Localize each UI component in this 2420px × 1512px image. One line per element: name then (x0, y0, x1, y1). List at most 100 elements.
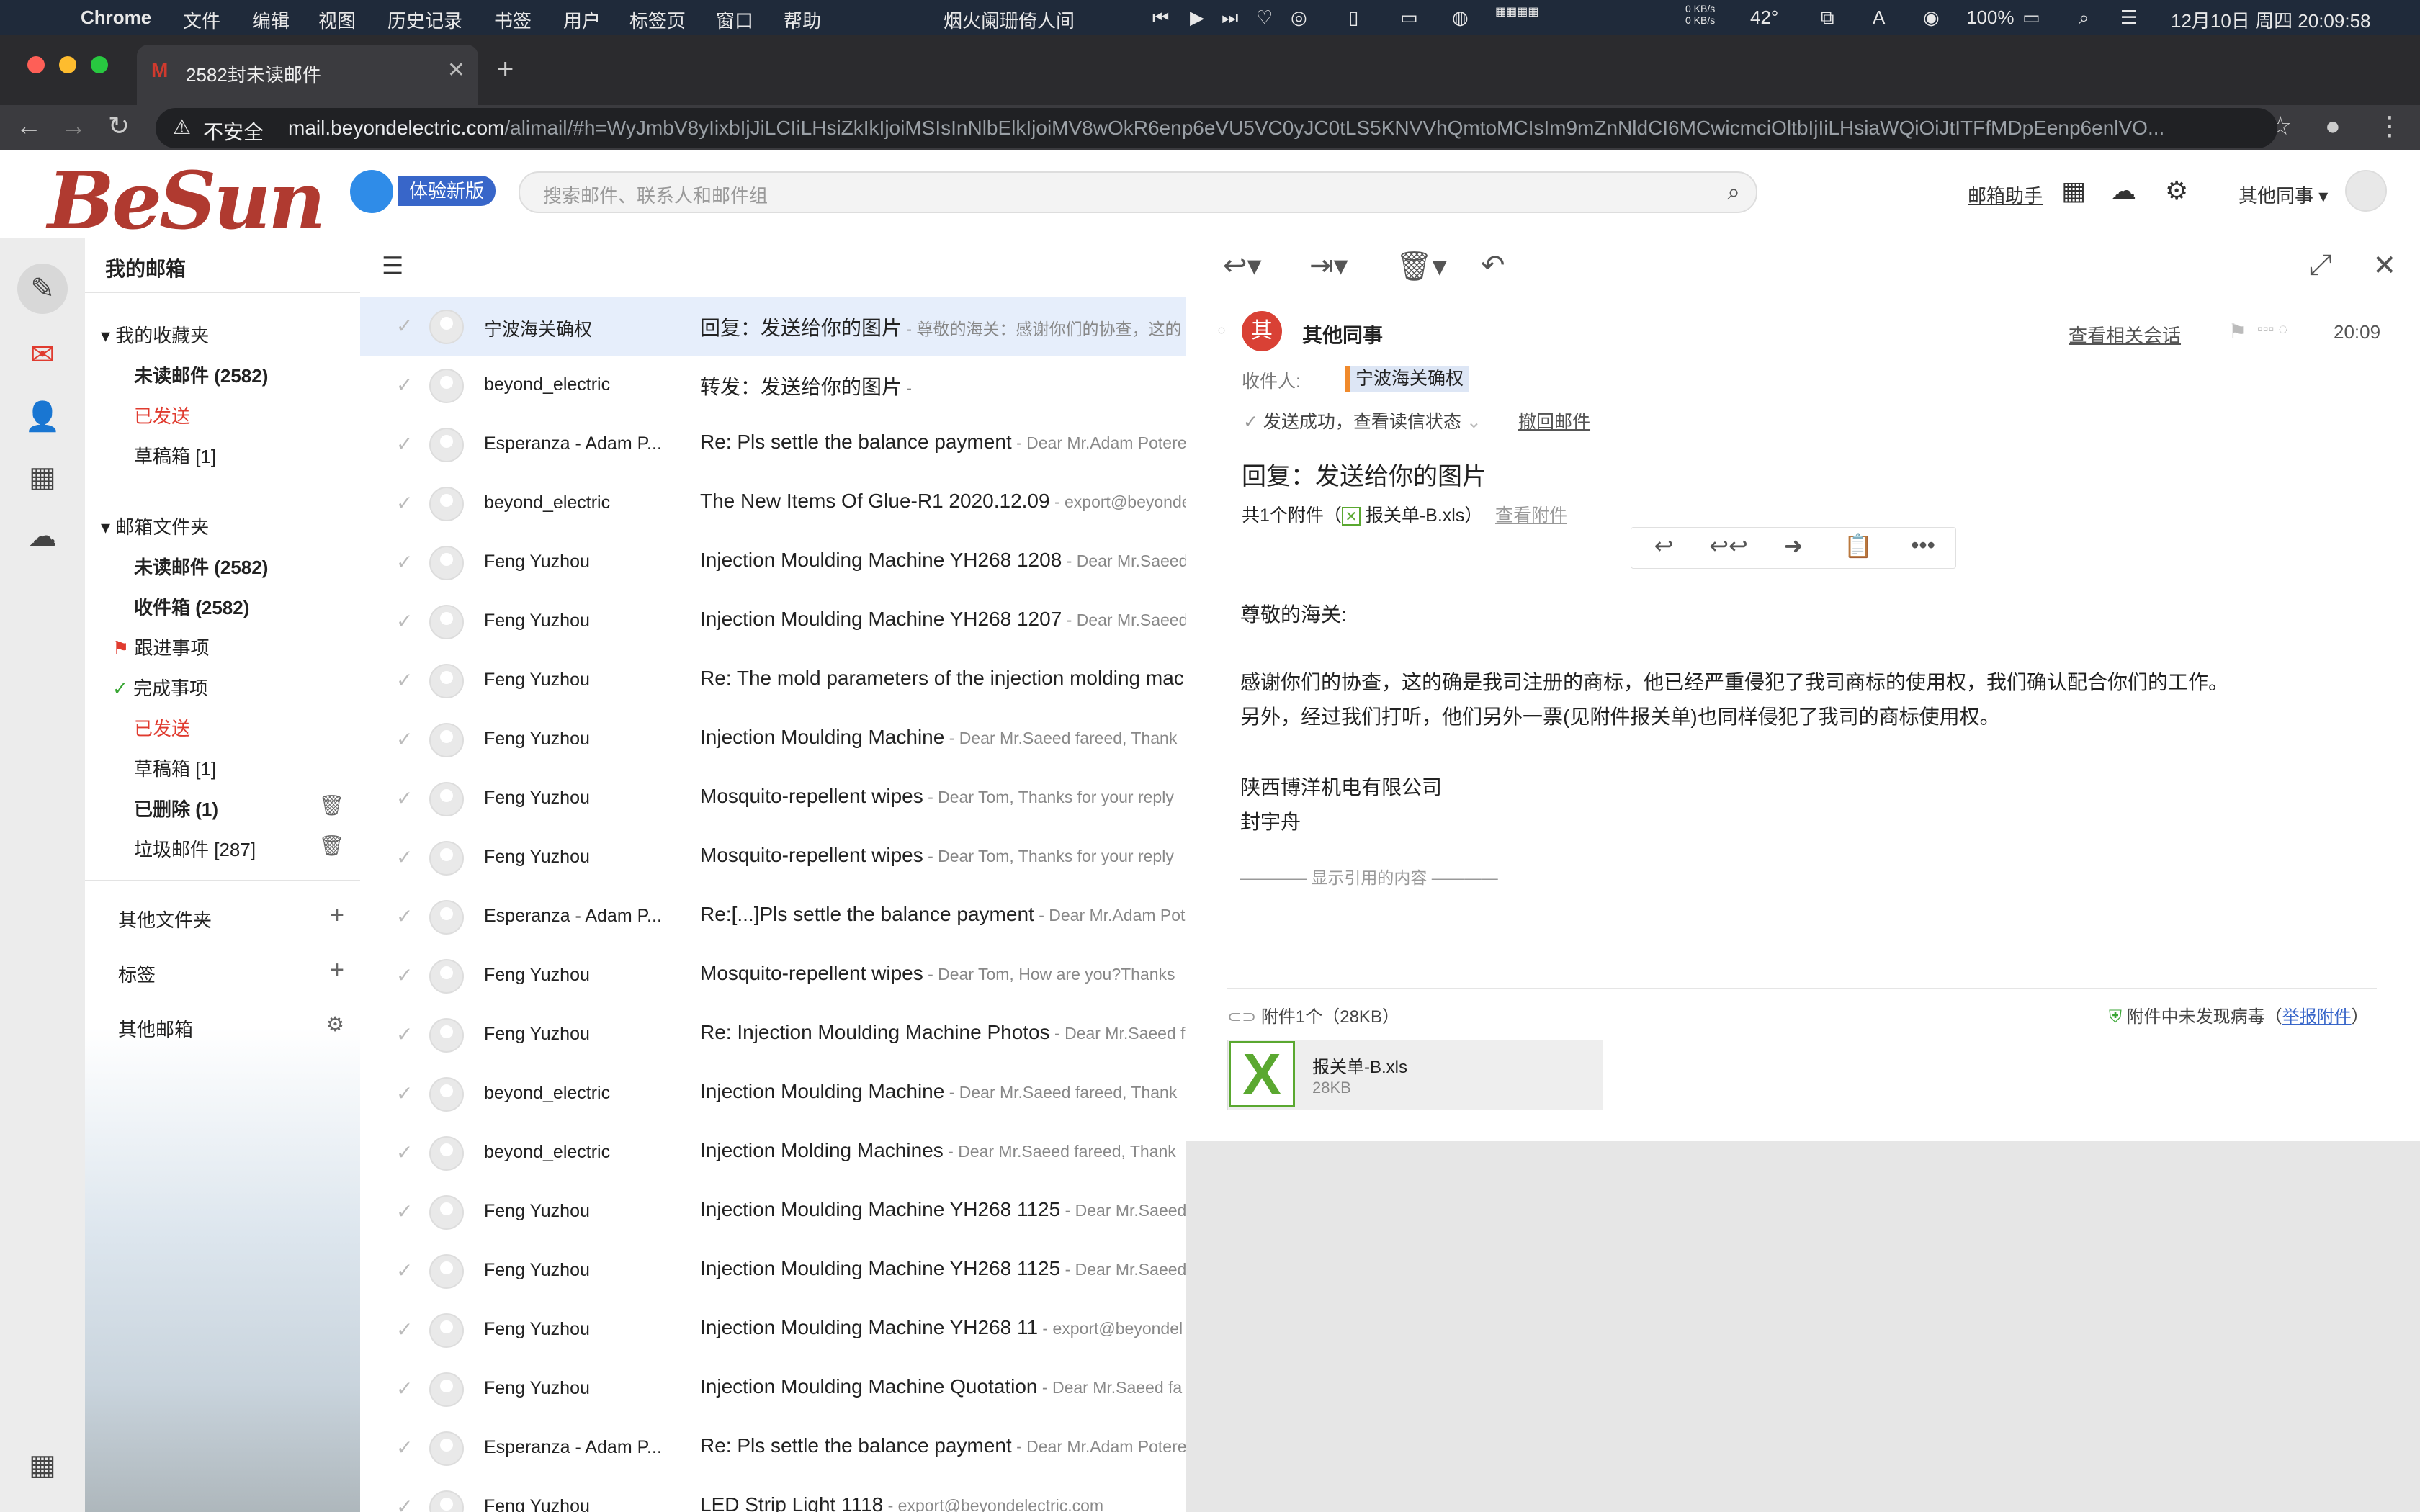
select-checkbox-icon[interactable]: ✓ (396, 1200, 413, 1223)
input-method-icon[interactable]: A (1873, 6, 1885, 29)
add-tag-icon[interactable]: + (330, 956, 344, 984)
close-window-button[interactable] (27, 56, 45, 73)
menu-people[interactable]: 用户 (563, 6, 601, 33)
media-icon[interactable]: ◉ (1923, 6, 1940, 29)
sender-name[interactable]: 其他同事 (1302, 320, 1383, 348)
menu-edit[interactable]: 编辑 (252, 6, 290, 33)
control-center-icon[interactable]: ☰ (2120, 6, 2137, 29)
message-row[interactable]: ✓ Feng Yuzhou Injection Moulding Machine Y… (360, 1300, 1186, 1360)
reply-menu-icon[interactable]: ↩▾ (1223, 249, 1262, 282)
window-icon[interactable]: ▯ (1348, 6, 1358, 29)
select-checkbox-icon[interactable]: ✓ (396, 609, 413, 633)
browser-tab[interactable]: M 2582封未读邮件 ✕ (137, 45, 478, 107)
select-checkbox-icon[interactable]: ✓ (396, 786, 413, 810)
search-icon[interactable]: ⌕ (1727, 179, 1740, 206)
favorite-drafts[interactable]: 草稿箱 [1] (134, 442, 216, 469)
apps-grid-icon[interactable]: ▦ (17, 1440, 68, 1490)
notification-icon[interactable]: ▭ (1400, 6, 1418, 29)
message-row[interactable]: ✓ Feng Yuzhou Injection Moulding Machine Q… (360, 1359, 1186, 1419)
calendar-icon[interactable]: ▦ (17, 452, 68, 503)
close-tab-icon[interactable]: ✕ (447, 58, 465, 83)
cloud-drive-icon[interactable]: ☁ (17, 511, 68, 562)
cloud-icon[interactable]: ☁ (2110, 176, 2136, 206)
recall-mail-link[interactable]: 撤回邮件 (1518, 408, 1590, 433)
select-checkbox-icon[interactable]: ✓ (396, 1259, 413, 1282)
url-text[interactable]: mail.beyondelectric.com/alimail/#h=WyJmb… (288, 117, 2204, 140)
menu-history[interactable]: 历史记录 (387, 6, 462, 33)
message-row[interactable]: ✓ Feng Yuzhou Re: The mold parameters of t… (360, 651, 1186, 711)
play-icon[interactable]: ▶ (1190, 6, 1204, 29)
select-checkbox-icon[interactable]: ✓ (396, 904, 413, 928)
more-icon[interactable]: ••• (1891, 532, 1955, 559)
next-track-icon[interactable]: ⏭ (1222, 6, 1238, 30)
message-row[interactable]: ✓ beyond_electric Injection Moulding Machi… (360, 1064, 1186, 1124)
message-row[interactable]: ✓ 宁波海关确权 回复：发送给你的图片 - 尊敬的海关：感谢你们的协查，这的 (360, 297, 1186, 356)
select-checkbox-icon[interactable]: ✓ (396, 1140, 413, 1164)
minimize-window-button[interactable] (59, 56, 76, 73)
view-related-conversation[interactable]: 查看相关会话 (2069, 321, 2181, 348)
select-checkbox-icon[interactable]: ✓ (396, 373, 413, 397)
forward-icon[interactable]: ➜ (1761, 532, 1826, 559)
folder-done[interactable]: ✓ 完成事项 (112, 674, 208, 701)
folder-unread[interactable]: 未读邮件 (2582) (134, 553, 268, 580)
select-checkbox-icon[interactable]: ✓ (396, 1022, 413, 1046)
message-row[interactable]: ✓ Feng Yuzhou Mosquito-repellent wipes - D… (360, 828, 1186, 888)
forward-icon[interactable]: → (60, 111, 86, 141)
move-menu-icon[interactable]: ⇥▾ (1309, 249, 1348, 282)
favorite-sent[interactable]: 已发送 (134, 402, 190, 428)
message-row[interactable]: ✓ Feng Yuzhou Injection Moulding Machine Y… (360, 592, 1186, 652)
zoom-window-button[interactable] (91, 56, 108, 73)
mailbox-settings-icon[interactable]: ⚙ (326, 1012, 344, 1036)
attachment-inline-name[interactable]: 报关单-B.xls） (1366, 505, 1483, 526)
empty-trash-icon[interactable]: 🗑 (318, 793, 344, 817)
message-row[interactable]: ✓ Feng Yuzhou Mosquito-repellent wipes - D… (360, 946, 1186, 1006)
new-tab-button[interactable]: + (497, 53, 514, 86)
select-checkbox-icon[interactable]: ✓ (396, 1318, 413, 1341)
folder-deleted[interactable]: 已删除 (1) (134, 795, 218, 822)
menu-tab[interactable]: 标签页 (629, 6, 686, 33)
message-row[interactable]: ✓ Feng Yuzhou Injection Moulding Machine Y… (360, 1182, 1186, 1242)
select-checkbox-icon[interactable]: ✓ (396, 550, 413, 574)
select-checkbox-icon[interactable]: ✓ (396, 1081, 413, 1105)
music-app-icon[interactable]: ◎ (1291, 6, 1307, 29)
undo-icon[interactable]: ↶ (1481, 249, 1505, 282)
folder-inbox[interactable]: 收件箱 (2582) (134, 593, 249, 620)
select-checkbox-icon[interactable]: ✓ (396, 845, 413, 869)
chrome-menu-icon[interactable]: ⋮ (2377, 111, 2403, 141)
message-row[interactable]: ✓ Feng Yuzhou Injection Moulding Machine Y… (360, 1241, 1186, 1301)
brand-logo[interactable]: BeSun (48, 154, 326, 247)
select-checkbox-icon[interactable]: ✓ (396, 432, 413, 456)
favorite-unread[interactable]: 未读邮件 (2582) (134, 361, 268, 388)
message-row[interactable]: ✓ beyond_electric The New Items Of Glue-R1… (360, 474, 1186, 534)
select-checkbox-icon[interactable]: ✓ (396, 727, 413, 751)
message-row[interactable]: ✓ Feng Yuzhou LED Strip Light 1118 - expor… (360, 1477, 1186, 1512)
message-row[interactable]: ✓ Feng Yuzhou Injection Moulding Machine -… (360, 710, 1186, 770)
address-bar[interactable]: ⚠ 不安全 mail.beyondelectric.com/alimail/#h… (156, 108, 2277, 148)
back-icon[interactable]: ← (16, 111, 42, 141)
select-checkbox-icon[interactable]: ✓ (396, 1495, 413, 1512)
mail-assistant-link[interactable]: 邮箱助手 (1968, 181, 2043, 208)
select-checkbox-icon[interactable]: ✓ (396, 314, 413, 338)
reply-icon[interactable]: ↩ (1631, 532, 1696, 559)
folder-spam[interactable]: 垃圾邮件 [287] (134, 835, 256, 862)
screenshot-icon[interactable]: ⧉ (1821, 6, 1834, 30)
other-mailboxes[interactable]: 其他邮箱 (118, 1015, 193, 1042)
select-checkbox-icon[interactable]: ✓ (396, 668, 413, 692)
warning-icon[interactable]: ⚠ (173, 115, 191, 139)
tags[interactable]: 标签 (118, 960, 156, 987)
flag-icon[interactable]: ⚑ (2228, 320, 2246, 343)
folder-drafts[interactable]: 草稿箱 [1] (134, 755, 216, 781)
user-avatar[interactable] (2345, 170, 2387, 212)
add-folder-icon[interactable]: + (330, 901, 344, 930)
message-row[interactable]: ✓ beyond_electric Injection Molding Machin… (360, 1123, 1186, 1183)
message-row[interactable]: ✓ Feng Yuzhou Mosquito-repellent wipes - D… (360, 769, 1186, 829)
collapse-pane-icon[interactable]: ☰ (382, 252, 403, 281)
settings-gear-icon[interactable]: ⚙ (2165, 176, 2188, 206)
contacts-icon[interactable]: 👤 (17, 392, 68, 442)
message-row[interactable]: ✓ beyond_electric 转发：发送给你的图片 - (360, 356, 1186, 415)
mail-icon[interactable]: ✉ (17, 330, 68, 380)
mail-folders-section[interactable]: ▾ 邮箱文件夹 (101, 513, 209, 539)
menu-bookmarks[interactable]: 书签 (494, 6, 532, 33)
reply-all-icon[interactable]: ↩↩ (1696, 532, 1761, 559)
account-menu[interactable]: 其他同事 ▾ (2238, 181, 2328, 208)
